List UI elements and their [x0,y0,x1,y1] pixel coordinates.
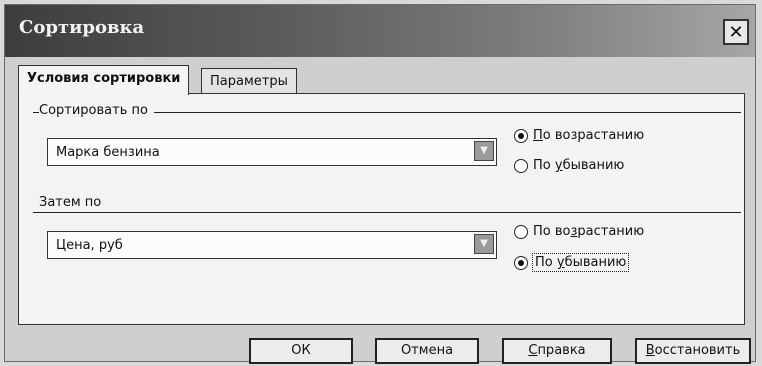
then-by-label: Затем по [39,195,108,210]
radio-selected-icon [514,255,528,270]
sort-by-descending-label: По убыванию [533,158,625,173]
help-button[interactable]: Справка [502,338,612,364]
then-by-divider [33,212,741,213]
sort-by-descending-radio[interactable]: По убыванию [514,158,624,173]
sort-by-ascending-label: По возрастанию [533,128,645,143]
then-by-ascending-label: По возрастанию [533,224,645,239]
sort-by-ascending-radio[interactable]: По возрастанию [514,128,644,143]
sort-by-field-value: Марка бензина [56,145,160,160]
radio-empty-icon [514,158,528,173]
close-button[interactable]: ✕ [723,19,749,45]
sort-criteria-panel: Сортировать по Марка бензина ▼ По возрас… [18,93,745,325]
then-by-descending-radio[interactable]: По убыванию [514,253,630,272]
sort-dialog: Сортировка ✕ Условия сортировки Параметр… [4,4,756,364]
radio-empty-icon [514,224,528,239]
window-title: Сортировка [19,17,145,38]
cancel-button[interactable]: Отмена [375,338,479,364]
tab-options[interactable]: Параметры [201,68,297,93]
sort-by-label: Сортировать по [39,103,154,118]
then-by-ascending-radio[interactable]: По возрастанию [514,224,644,239]
chevron-down-icon[interactable]: ▼ [474,234,494,254]
tab-sort-criteria[interactable]: Условия сортировки [18,65,190,95]
then-by-field-select[interactable]: Цена, руб ▼ [47,231,497,259]
sort-by-field-select[interactable]: Марка бензина ▼ [47,138,497,166]
radio-selected-icon [514,128,528,143]
title-bar: Сортировка ✕ [5,5,755,57]
reset-button[interactable]: Восстановить [635,338,751,364]
then-by-field-value: Цена, руб [56,238,123,253]
chevron-down-icon[interactable]: ▼ [474,141,494,161]
close-icon: ✕ [728,21,744,43]
then-by-descending-label: По убыванию [531,253,630,272]
ok-button[interactable]: ОК [249,338,353,364]
